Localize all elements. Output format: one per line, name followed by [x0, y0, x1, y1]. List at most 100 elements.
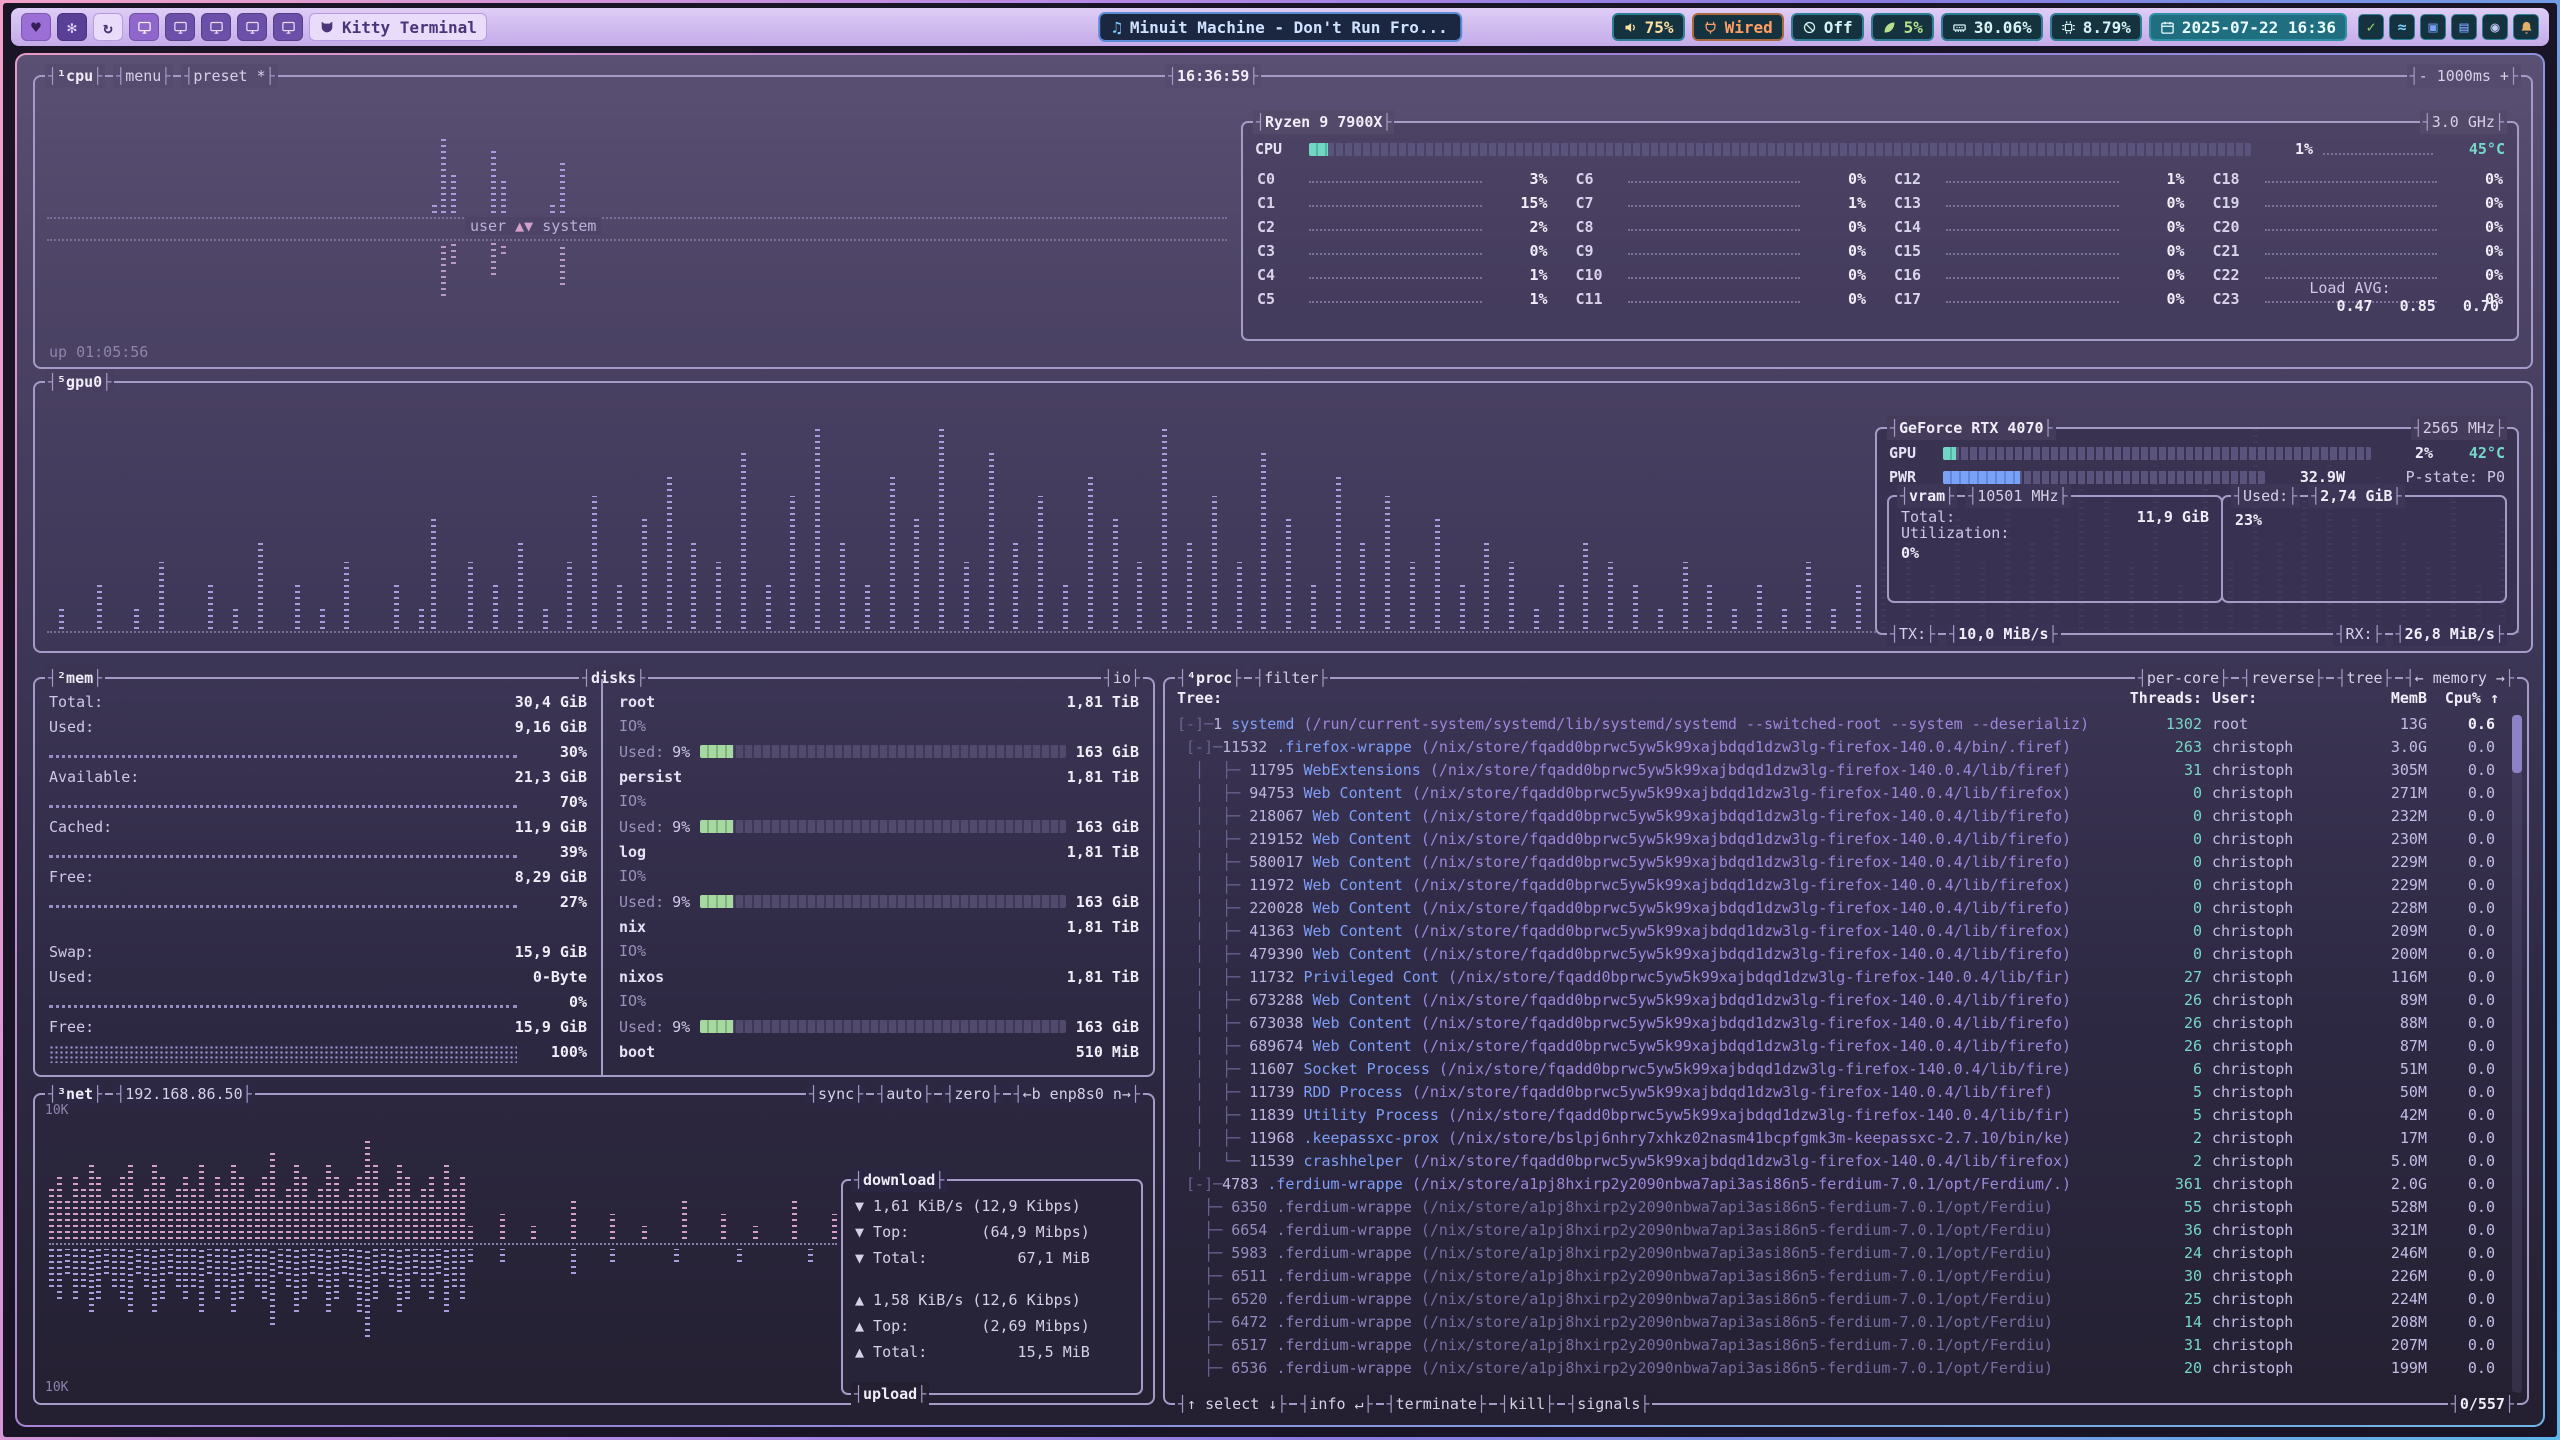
workspace-button-4[interactable] [237, 13, 267, 41]
proc-info-button[interactable]: info ↵ [1297, 1392, 1375, 1416]
nixos-button[interactable]: ✻ [57, 13, 87, 41]
mem-stat-value: 21,3 GiB [515, 768, 587, 786]
proc-row[interactable]: ├─ 5983 .ferdium-wrappe (/nix/store/a1pj… [1177, 1242, 2499, 1265]
cpu-core-id: C5 [1257, 290, 1309, 308]
clock-module[interactable]: 2025-07-22 16:36 [2149, 13, 2347, 41]
proc-row[interactable]: │ ├─ 11607 Socket Process (/nix/store/fq… [1177, 1058, 2499, 1081]
menu-button[interactable]: menu [113, 64, 173, 88]
disk-size: 1,81 TiB [1067, 843, 1139, 861]
proc-terminate-button[interactable]: terminate [1384, 1392, 1489, 1416]
proc-header-tree[interactable]: Tree: [1177, 689, 2112, 707]
cpu-core-percent: 3% [1492, 170, 1548, 188]
mem-box-title[interactable]: ²mem [45, 666, 105, 690]
proc-row[interactable]: │ ├─ 580017 Web Content (/nix/store/fqad… [1177, 851, 2499, 874]
cpu-core-id: C13 [1894, 194, 1946, 212]
proc-row[interactable]: │ ├─ 11795 WebExtensions (/nix/store/fqa… [1177, 759, 2499, 782]
disks-title[interactable]: disks [579, 666, 648, 690]
mem-stat-label: Used: [49, 968, 94, 986]
check-circle-icon[interactable]: ✓ [2358, 14, 2384, 40]
memory-module[interactable]: 30.06% [1941, 13, 2043, 41]
window-title-chip[interactable]: Kitty Terminal [309, 13, 487, 41]
workspace-button-3[interactable] [201, 13, 231, 41]
proc-row[interactable]: ├─ 6654 .ferdium-wrappe (/nix/store/a1pj… [1177, 1219, 2499, 1242]
wave-icon[interactable]: ≈ [2389, 14, 2415, 40]
cpu-core-graph [1946, 195, 2119, 207]
proc-scrollbar[interactable] [2512, 715, 2522, 1393]
proc-row[interactable]: │ ├─ 479390 Web Content (/nix/store/fqad… [1177, 943, 2499, 966]
proc-select-control[interactable]: ↑ select ↓ [1175, 1392, 1289, 1416]
proc-command: (/nix/store/fqadd0bprwc5yw5k99xajbdqd1dz… [1421, 738, 2071, 756]
proc-tree-cell: │ ├─ 11795 WebExtensions (/nix/store/fqa… [1177, 759, 2112, 782]
net-auto-toggle[interactable]: auto [874, 1082, 934, 1106]
proc-scrollbar-thumb[interactable] [2512, 715, 2522, 773]
app-grid-icon[interactable]: ▣ [2420, 14, 2446, 40]
proc-signals-button[interactable]: signals [1565, 1392, 1652, 1416]
target-icon[interactable]: ◉ [2482, 14, 2508, 40]
network-module[interactable]: Wired [1692, 13, 1784, 41]
net-sync-toggle[interactable]: sync [806, 1082, 866, 1106]
cpu-core-row: C210% [2199, 239, 2518, 263]
bell-icon[interactable] [2513, 14, 2539, 40]
proc-row[interactable]: │ ├─ 11739 RDD Process (/nix/store/fqadd… [1177, 1081, 2499, 1104]
proc-row[interactable]: │ ├─ 11732 Privileged Cont (/nix/store/f… [1177, 966, 2499, 989]
screen: ♥ ✻ ↻ Kitty Terminal ♫ Minuit Machine - … [0, 0, 2560, 1440]
mem-meter-percent: 39% [527, 843, 587, 861]
gpu-usage-percent: 2% [2381, 444, 2433, 462]
disk-usage-module[interactable]: 5% [1871, 13, 1934, 41]
media-player-module[interactable]: ♫ Minuit Machine - Don't Run Fro... [1098, 12, 1462, 42]
proc-row[interactable]: ├─ 6511 .ferdium-wrappe (/nix/store/a1pj… [1177, 1265, 2499, 1288]
proc-row[interactable]: ├─ 6536 .ferdium-wrappe (/nix/store/a1pj… [1177, 1357, 2499, 1380]
update-interval-control[interactable]: - 1000ms + [2407, 64, 2521, 88]
proc-row[interactable]: ├─ 6472 .ferdium-wrappe (/nix/store/a1pj… [1177, 1311, 2499, 1334]
launcher-button[interactable]: ♥ [21, 13, 51, 41]
proc-row[interactable]: [-]─4783 .ferdium-wrappe (/nix/store/a1p… [1177, 1173, 2499, 1196]
cpu-box-title[interactable]: ¹cpu [45, 64, 105, 88]
gpu-box: ⁵gpu0 GeForce RTX 4070 2565 MHz GPU 2% 4… [33, 381, 2533, 653]
proc-header-threads[interactable]: Threads: [2112, 689, 2202, 707]
proc-row[interactable]: │ ├─ 218067 Web Content (/nix/store/fqad… [1177, 805, 2499, 828]
proc-row[interactable]: │ ├─ 219152 Web Content (/nix/store/fqad… [1177, 828, 2499, 851]
proc-row[interactable]: ├─ 6517 .ferdium-wrappe (/nix/store/a1pj… [1177, 1334, 2499, 1357]
layout-icon[interactable]: ▤ [2451, 14, 2477, 40]
reload-button[interactable]: ↻ [93, 13, 123, 41]
proc-row[interactable]: │ ├─ 673038 Web Content (/nix/store/fqad… [1177, 1012, 2499, 1035]
proc-row[interactable]: │ ├─ 689674 Web Content (/nix/store/fqad… [1177, 1035, 2499, 1058]
proc-header-cpu[interactable]: Cpu% ↑ [2427, 689, 2499, 707]
cpu-temperature: 45°C [2443, 140, 2505, 158]
proc-branch: │ ├─ [1177, 968, 1249, 986]
net-zero-toggle[interactable]: zero [942, 1082, 1002, 1106]
proc-row[interactable]: [-]─1 systemd (/run/current-system/syste… [1177, 713, 2499, 736]
proc-row[interactable]: │ ├─ 220028 Web Content (/nix/store/fqad… [1177, 897, 2499, 920]
proc-row[interactable]: │ ├─ 41363 Web Content (/nix/store/fqadd… [1177, 920, 2499, 943]
net-interface-selector[interactable]: ←b enp8s0 n→ [1011, 1082, 1143, 1106]
preset-button[interactable]: preset * [181, 64, 277, 88]
proc-row[interactable]: │ └─ 11539 crashhelper (/nix/store/fqadd… [1177, 1150, 2499, 1173]
proc-row[interactable]: │ ├─ 94753 Web Content (/nix/store/fqadd… [1177, 782, 2499, 805]
idle-inhibitor-module[interactable]: Off [1791, 13, 1864, 41]
volume-module[interactable]: 75% [1612, 13, 1685, 41]
cpu-core-graph [1309, 243, 1482, 255]
proc-row[interactable]: ├─ 6350 .ferdium-wrappe (/nix/store/a1pj… [1177, 1196, 2499, 1219]
workspace-button-1[interactable] [129, 13, 159, 41]
proc-row[interactable]: │ ├─ 11839 Utility Process (/nix/store/f… [1177, 1104, 2499, 1127]
proc-row[interactable]: │ ├─ 673288 Web Content (/nix/store/fqad… [1177, 989, 2499, 1012]
proc-name: Socket Process [1303, 1060, 1438, 1078]
proc-user: christoph [2202, 736, 2332, 759]
gpu-details-box: GeForce RTX 4070 2565 MHz GPU 2% 42°C PW… [1875, 427, 2519, 635]
proc-cpu: 0.0 [2427, 736, 2499, 759]
proc-row[interactable]: │ ├─ 11972 Web Content (/nix/store/fqadd… [1177, 874, 2499, 897]
cpu-module[interactable]: 8.79% [2050, 13, 2142, 41]
workspace-button-2[interactable] [165, 13, 195, 41]
proc-kill-button[interactable]: kill [1497, 1392, 1557, 1416]
proc-header-mem[interactable]: MemB [2332, 689, 2427, 707]
io-toggle[interactable]: io [1101, 666, 1143, 690]
workspace-button-5[interactable] [273, 13, 303, 41]
proc-user: christoph [2202, 1012, 2332, 1035]
gpu-box-title[interactable]: ⁵gpu0 [45, 370, 114, 394]
proc-row[interactable]: [-]─11532 .firefox-wrappe (/nix/store/fq… [1177, 736, 2499, 759]
proc-row[interactable]: ├─ 6520 .ferdium-wrappe (/nix/store/a1pj… [1177, 1288, 2499, 1311]
proc-header-user[interactable]: User: [2202, 689, 2332, 707]
proc-tree-cell: │ ├─ 11732 Privileged Cont (/nix/store/f… [1177, 966, 2112, 989]
proc-row[interactable]: │ ├─ 11968 .keepassxc-prox (/nix/store/b… [1177, 1127, 2499, 1150]
cpu-core-id: C7 [1576, 194, 1628, 212]
